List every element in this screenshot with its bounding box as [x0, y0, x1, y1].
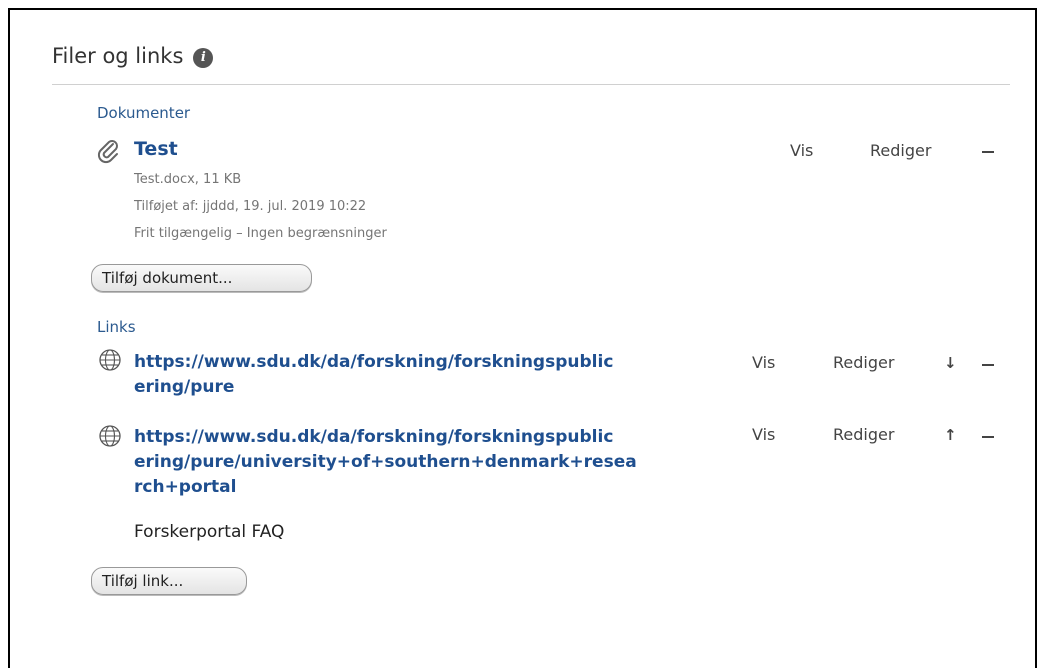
- link-1-view-link[interactable]: Vis: [752, 353, 775, 372]
- info-icon[interactable]: i: [193, 47, 214, 68]
- link-url-2-line3: rch+portal: [134, 477, 237, 497]
- link-url-1[interactable]: https://www.sdu.dk/da/forskning/forsknin…: [134, 350, 734, 400]
- link-url-2-line1: https://www.sdu.dk/da/forskning/forsknin…: [134, 427, 614, 447]
- document-added-info: Tilføjet af: jjddd, 19. jul. 2019 10:22: [134, 199, 367, 214]
- panel-header: Filer og links i: [52, 44, 214, 68]
- link-2-edit-link[interactable]: Rediger: [833, 425, 894, 444]
- document-view-link[interactable]: Vis: [790, 141, 813, 160]
- paperclip-icon: [97, 140, 118, 164]
- link-2-remove-icon[interactable]: [982, 436, 994, 438]
- link-url-1-line2: ering/pure: [134, 377, 235, 397]
- link-url-2[interactable]: https://www.sdu.dk/da/forskning/forsknin…: [134, 425, 734, 500]
- divider: [52, 84, 1010, 85]
- documents-section-label: Dokumenter: [97, 104, 191, 122]
- add-document-button[interactable]: Tilføj dokument...: [91, 264, 312, 292]
- link-url-1-line1: https://www.sdu.dk/da/forskning/forsknin…: [134, 352, 614, 372]
- document-file-info: Test.docx, 11 KB: [134, 172, 242, 187]
- move-up-icon[interactable]: ↑: [944, 426, 957, 444]
- document-remove-icon[interactable]: [982, 151, 994, 153]
- globe-icon: [99, 349, 121, 371]
- link-1-edit-link[interactable]: Rediger: [833, 353, 894, 372]
- document-access-info: Frit tilgængelig – Ingen begrænsninger: [134, 226, 387, 241]
- link-2-description: Forskerportal FAQ: [134, 522, 285, 542]
- link-url-2-line2: ering/pure/university+of+southern+denmar…: [134, 452, 637, 472]
- document-edit-link[interactable]: Rediger: [870, 141, 931, 160]
- add-link-button[interactable]: Tilføj link...: [91, 567, 247, 595]
- document-title-link[interactable]: Test: [134, 138, 178, 160]
- link-2-view-link[interactable]: Vis: [752, 425, 775, 444]
- globe-icon: [99, 425, 121, 447]
- panel-title: Filer og links: [52, 44, 184, 68]
- links-section-label: Links: [97, 318, 136, 336]
- link-1-remove-icon[interactable]: [982, 364, 994, 366]
- move-down-icon[interactable]: ↓: [944, 354, 957, 372]
